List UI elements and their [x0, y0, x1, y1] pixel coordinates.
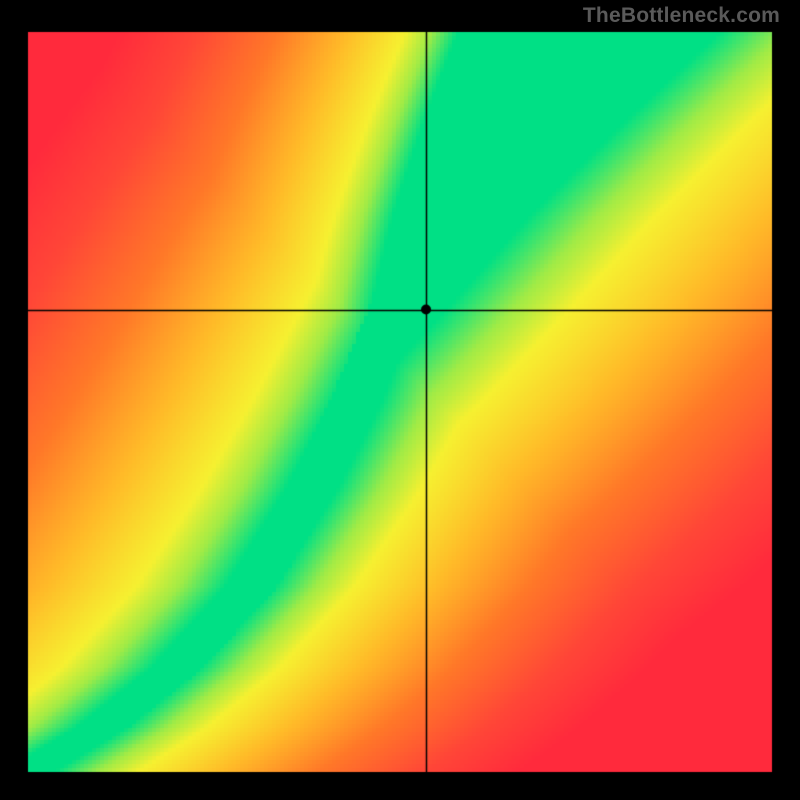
chart-container: TheBottleneck.com [0, 0, 800, 800]
bottleneck-heatmap [0, 0, 800, 800]
watermark-label: TheBottleneck.com [583, 4, 780, 28]
